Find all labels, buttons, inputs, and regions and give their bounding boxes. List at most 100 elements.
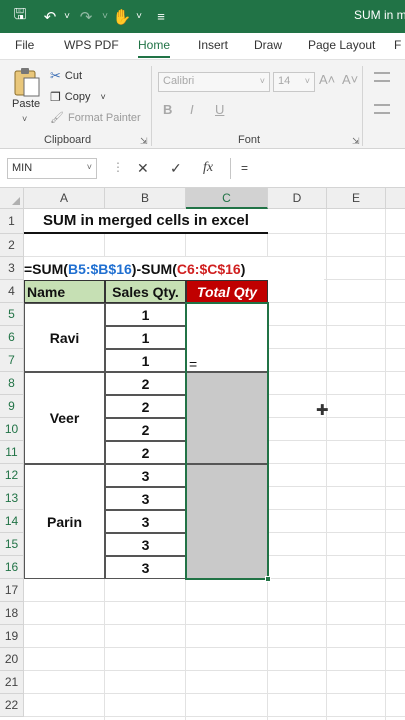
format-painter-button[interactable]: 🖌 Format Painter [50, 111, 141, 125]
align-top-icon[interactable] [374, 72, 390, 82]
italic-button[interactable]: I [190, 102, 194, 117]
underline-button[interactable]: U [215, 102, 224, 117]
row-header-18[interactable]: 18 [0, 602, 24, 625]
name-box-dropdown-icon[interactable]: ˅ [87, 162, 92, 172]
clipboard-launcher-icon[interactable]: ⇲ [140, 136, 148, 147]
column-header-c[interactable]: C [186, 188, 268, 209]
row-header-1[interactable]: 1 [0, 209, 24, 234]
row-header-10[interactable]: 10 [0, 418, 24, 441]
header-sales-cell[interactable]: Sales Qty. [105, 280, 186, 303]
select-all-button[interactable] [0, 188, 24, 209]
row-header-5[interactable]: 5 [0, 303, 24, 326]
fill-handle[interactable] [265, 576, 271, 582]
sales-cell[interactable]: 2 [105, 441, 186, 464]
font-group-label: Font [238, 134, 261, 146]
row-header-22[interactable]: 22 [0, 694, 24, 717]
formula-input[interactable]: = [230, 158, 405, 179]
row-header-4[interactable]: 4 [0, 280, 24, 303]
row-header-21[interactable]: 21 [0, 671, 24, 694]
name-cell-ravi[interactable]: Ravi [24, 303, 105, 372]
row-header-16[interactable]: 16 [0, 556, 24, 579]
header-name-cell[interactable]: Name [24, 280, 105, 303]
row-header-3[interactable]: 3 [0, 257, 24, 280]
name-cell-veer[interactable]: Veer [24, 372, 105, 464]
sales-cell[interactable]: 3 [105, 464, 186, 487]
align-left-icon[interactable] [374, 104, 390, 114]
enter-icon[interactable]: ✓ [170, 160, 182, 177]
sales-cell[interactable]: 3 [105, 510, 186, 533]
tab-file[interactable]: File [15, 38, 34, 52]
cancel-icon[interactable]: ✕ [137, 160, 149, 177]
more-options-icon[interactable]: ⋮ [112, 160, 124, 174]
tab-formulas[interactable]: F [394, 38, 401, 52]
row-header-6[interactable]: 6 [0, 326, 24, 349]
paste-dropdown-icon[interactable]: ˅ [22, 114, 27, 124]
row-header-7[interactable]: 7 [0, 349, 24, 372]
row-header-13[interactable]: 13 [0, 487, 24, 510]
save-icon[interactable]: 🖫 [0, 0, 40, 33]
cut-button[interactable]: ✂ Cut [50, 68, 82, 84]
column-header-e[interactable]: E [327, 188, 386, 209]
font-name-dropdown-icon[interactable]: ˅ [260, 76, 265, 86]
row-header-2[interactable]: 2 [0, 234, 24, 257]
sales-cell[interactable]: 3 [105, 556, 186, 579]
worksheet-grid: A B C D E 1 2 3 4 5 6 7 8 9 10 11 12 13 … [0, 188, 405, 720]
font-name-value: Calibri [163, 75, 195, 87]
row-header-11[interactable]: 11 [0, 441, 24, 464]
tab-insert[interactable]: Insert [198, 38, 228, 52]
column-header-a[interactable]: A [24, 188, 105, 209]
row-header-8[interactable]: 8 [0, 372, 24, 395]
touch-mode-icon[interactable]: ✋ [112, 0, 132, 33]
row-header-17[interactable]: 17 [0, 579, 24, 602]
touch-mode-menu-icon[interactable]: ˅ [132, 0, 146, 33]
customize-toolbar-icon[interactable]: ≡ [146, 0, 176, 33]
font-name-combo[interactable]: Calibri ˅ [158, 72, 270, 92]
redo-icon[interactable]: ↷ [74, 0, 98, 33]
tab-wps-pdf[interactable]: WPS PDF [64, 38, 119, 52]
font-launcher-icon[interactable]: ⇲ [352, 136, 360, 147]
sales-cell[interactable]: 3 [105, 533, 186, 556]
sales-cell[interactable]: 1 [105, 303, 186, 326]
copy-dropdown-icon[interactable]: ˅ [100, 92, 105, 102]
sales-cell[interactable]: 1 [105, 349, 186, 372]
font-size-combo[interactable]: 14 ˅ [273, 72, 315, 92]
bold-button[interactable]: B [163, 102, 172, 117]
row-header-20[interactable]: 20 [0, 648, 24, 671]
gridline [24, 624, 405, 625]
tab-page-layout[interactable]: Page Layout [308, 38, 375, 52]
font-size-dropdown-icon[interactable]: ˅ [305, 76, 310, 86]
sales-cell[interactable]: 2 [105, 372, 186, 395]
sales-cell[interactable]: 3 [105, 487, 186, 510]
sales-cell[interactable]: 1 [105, 326, 186, 349]
column-header-b[interactable]: B [105, 188, 186, 209]
column-header-f[interactable] [386, 188, 405, 209]
undo-icon[interactable]: ↶ [40, 0, 60, 33]
row-header-9[interactable]: 9 [0, 395, 24, 418]
insert-function-icon[interactable]: fx [203, 160, 213, 176]
shrink-font-button[interactable]: A˅ [342, 72, 358, 87]
grow-font-button[interactable]: A˄ [319, 72, 335, 87]
sheet-title-cell[interactable]: SUM in merged cells in excel [24, 209, 268, 234]
row-header-15[interactable]: 15 [0, 533, 24, 556]
row-header-14[interactable]: 14 [0, 510, 24, 533]
name-cell-parin[interactable]: Parin [24, 464, 105, 579]
column-header-d[interactable]: D [268, 188, 327, 209]
font-size-value: 14 [278, 75, 291, 87]
formula-part: =SUM( [24, 260, 68, 277]
tab-home[interactable]: Home [138, 38, 171, 58]
name-box[interactable]: MIN ˅ [7, 158, 97, 179]
row-header-12[interactable]: 12 [0, 464, 24, 487]
paste-label[interactable]: Paste [12, 98, 40, 110]
sales-cell[interactable]: 2 [105, 418, 186, 441]
redo-menu-icon[interactable]: ˅ [98, 0, 112, 33]
gridline [326, 209, 327, 720]
formula-display-cell[interactable]: =SUM(B5:$B$16)-SUM(C6:$C$16) [24, 257, 324, 280]
formula-part-range-c: C6:$C$16 [176, 260, 241, 277]
header-total-cell[interactable]: Total Qty [186, 280, 268, 303]
title-bar: 🖫 ↶ ˅ ↷ ˅ ✋ ˅ ≡ SUM in me [0, 0, 405, 33]
copy-button[interactable]: ❐ Copy ˅ [50, 90, 106, 104]
sales-cell[interactable]: 2 [105, 395, 186, 418]
undo-menu-icon[interactable]: ˅ [60, 0, 74, 33]
tab-draw[interactable]: Draw [254, 38, 282, 52]
row-header-19[interactable]: 19 [0, 625, 24, 648]
